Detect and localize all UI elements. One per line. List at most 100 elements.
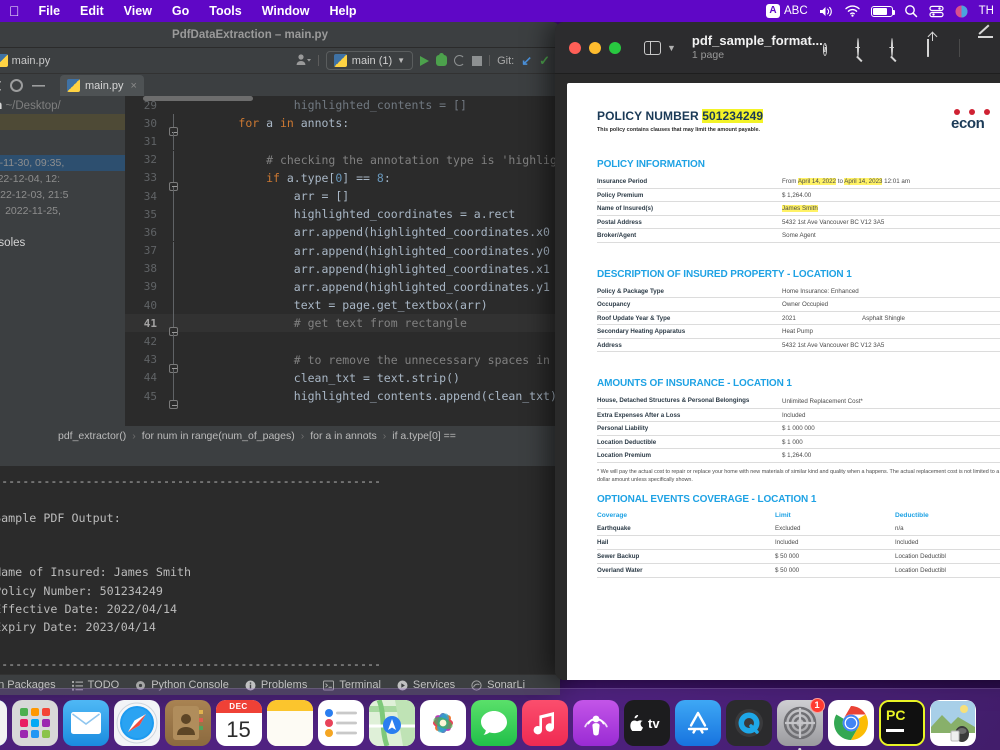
code-breadcrumb-0[interactable]: pdf_extractor(): [58, 430, 126, 442]
dock-item-pycharm[interactable]: PC: [879, 700, 925, 746]
hide-panel-icon[interactable]: [32, 79, 45, 92]
project-root-row[interactable]: Extraction ~/Desktop/: [0, 98, 125, 114]
preview-canvas[interactable]: econ Un Definity Insura POLICY NUMBER 50…: [555, 74, 1000, 680]
project-row-external-libraries[interactable]: Libraries: [0, 219, 125, 235]
markup-pen-icon[interactable]: [977, 39, 994, 56]
close-window-button[interactable]: [569, 42, 581, 54]
project-row-scratches-consoles[interactable]: s and Consoles: [0, 235, 125, 251]
input-source-menu[interactable]: A ABC: [766, 4, 808, 18]
menu-item-view[interactable]: View: [114, 0, 162, 22]
code-line[interactable]: 40 text = page.get_textbox(arr): [125, 296, 560, 314]
project-tool-window[interactable]: Extraction ~/Desktop/ nv rces in.py 2022…: [0, 96, 125, 426]
git-commit-icon[interactable]: ✓: [539, 53, 550, 69]
debug-button[interactable]: [436, 55, 447, 66]
dock-item-contacts[interactable]: [165, 700, 211, 746]
spotlight-search-icon[interactable]: [904, 4, 918, 18]
run-coverage-button[interactable]: [454, 55, 465, 66]
dock-item-notes[interactable]: [267, 700, 313, 746]
dock-item-preview[interactable]: [930, 700, 976, 746]
project-row-script2-py[interactable]: ipt2.py 2022-12-04, 12:: [0, 171, 125, 187]
dock-item-chrome[interactable]: [828, 700, 874, 746]
info-icon[interactable]: i: [823, 39, 840, 56]
dock-item-calendar[interactable]: DEC 15: [216, 700, 262, 746]
code-line[interactable]: 32 # checking the annotation type is 'hi…: [125, 151, 560, 169]
dock-item-finder[interactable]: [0, 700, 7, 746]
dock-item-safari[interactable]: [114, 700, 160, 746]
code-line[interactable]: 37 arr.append(highlighted_coordinates.y0…: [125, 242, 560, 260]
volume-icon[interactable]: [819, 5, 834, 18]
user-settings-icon[interactable]: [295, 53, 311, 69]
code-line[interactable]: 35 highlighted_coordinates = a.rect: [125, 205, 560, 223]
code-line[interactable]: 36 arr.append(highlighted_coordinates.x0…: [125, 223, 560, 241]
wifi-icon[interactable]: [845, 5, 860, 17]
collapse-all-icon[interactable]: [0, 79, 1, 92]
run-button[interactable]: [420, 56, 429, 66]
code-line[interactable]: 45 highlighted_contents.append(clean_txt…: [125, 387, 560, 405]
dock-item-podcasts[interactable]: [573, 700, 619, 746]
dock-item-appstore[interactable]: [675, 700, 721, 746]
code-line[interactable]: 41 # get text from rectangle: [125, 314, 560, 332]
project-row-main-py[interactable]: in.py 2022-11-30, 09:35,: [0, 155, 125, 171]
stop-button[interactable]: [472, 56, 482, 66]
menu-item-go[interactable]: Go: [162, 0, 199, 22]
share-icon[interactable]: [925, 39, 942, 56]
code-line[interactable]: 29 highlighted_contents = []: [125, 96, 560, 114]
code-line[interactable]: 44 clean_txt = text.strip(): [125, 369, 560, 387]
menu-item-window[interactable]: Window: [252, 0, 320, 22]
macos-dock[interactable]: DEC 15: [0, 688, 1000, 750]
code-editor[interactable]: 29 highlighted_contents = []30 for a in …: [125, 96, 560, 426]
pycharm-window[interactable]: PdfDataExtraction – main.py 〉 src 〉 main…: [0, 22, 560, 695]
code-breadcrumb-1[interactable]: for num in range(num_of_pages): [142, 430, 295, 442]
code-breadcrumb-2[interactable]: for a in annots: [310, 430, 377, 442]
fold-toggle-icon[interactable]: [169, 400, 178, 409]
control-center-icon[interactable]: [929, 5, 944, 18]
siri-icon[interactable]: [955, 5, 968, 18]
dock-item-maps[interactable]: [369, 700, 415, 746]
maximize-window-button[interactable]: [609, 42, 621, 54]
battery-charging-icon[interactable]: [871, 6, 893, 17]
project-row-resources[interactable]: rces: [0, 130, 125, 146]
project-row-venv[interactable]: nv: [0, 114, 125, 130]
editor-tab-main-py[interactable]: main.py ×: [60, 75, 144, 96]
menubar-clock[interactable]: TH: [979, 5, 994, 17]
menu-item-help[interactable]: Help: [319, 0, 366, 22]
code-line[interactable]: 34 arr = []: [125, 187, 560, 205]
code-line[interactable]: 43 # to remove the unnecessary spaces in…: [125, 351, 560, 369]
dock-item-system-settings[interactable]: 1: [777, 700, 823, 746]
chevron-down-icon[interactable]: ▼: [667, 43, 676, 53]
code-breadcrumb-3[interactable]: if a.type[0] ==: [392, 430, 456, 442]
minimize-window-button[interactable]: [589, 42, 601, 54]
console-output[interactable]: ----------------------------------------…: [0, 466, 560, 695]
code-line[interactable]: 39 arr.append(highlighted_coordinates.y1…: [125, 278, 560, 296]
breadcrumb-file[interactable]: main.py: [12, 55, 51, 67]
zoom-out-icon[interactable]: −: [857, 39, 874, 56]
close-icon[interactable]: ×: [131, 80, 137, 92]
project-row-readme-md[interactable]: ME.md 2022-12-03, 21:5: [0, 187, 125, 203]
menu-item-file[interactable]: File: [29, 0, 71, 22]
code-line[interactable]: 31: [125, 132, 560, 150]
sidebar-toggle-icon[interactable]: [644, 41, 661, 55]
dock-item-trash[interactable]: [994, 700, 1000, 746]
sidebar-toggle-control[interactable]: ▼: [644, 41, 676, 55]
dock-item-messages[interactable]: [471, 700, 517, 746]
apple-menu-icon[interactable]: : [0, 3, 29, 19]
run-configuration-selector[interactable]: main (1) ▼: [326, 51, 413, 70]
dock-item-quicktime[interactable]: [726, 700, 772, 746]
menu-item-edit[interactable]: Edit: [70, 0, 114, 22]
dock-item-launchpad[interactable]: [12, 700, 58, 746]
menu-item-tools[interactable]: Tools: [199, 0, 251, 22]
dock-item-reminders[interactable]: [318, 700, 364, 746]
code-line[interactable]: 33 if a.type[0] == 8:: [125, 169, 560, 187]
dock-item-photos[interactable]: [420, 700, 466, 746]
project-row-requirements-txt[interactable]: ements.txt 2022-11-25,: [0, 203, 125, 219]
dock-item-music[interactable]: [522, 700, 568, 746]
gear-icon[interactable]: [10, 79, 23, 92]
git-update-icon[interactable]: ↙: [521, 53, 532, 69]
code-line[interactable]: 42: [125, 332, 560, 350]
code-line[interactable]: 38 arr.append(highlighted_coordinates.x1…: [125, 260, 560, 278]
zoom-in-icon[interactable]: +: [891, 39, 908, 56]
dock-item-appletv[interactable]: tv: [624, 700, 670, 746]
code-line[interactable]: 30 for a in annots:: [125, 114, 560, 132]
dock-item-mail[interactable]: [63, 700, 109, 746]
preview-window[interactable]: ▼ pdf_sample_format... 1 page i − + ▼ ec…: [555, 22, 1000, 680]
